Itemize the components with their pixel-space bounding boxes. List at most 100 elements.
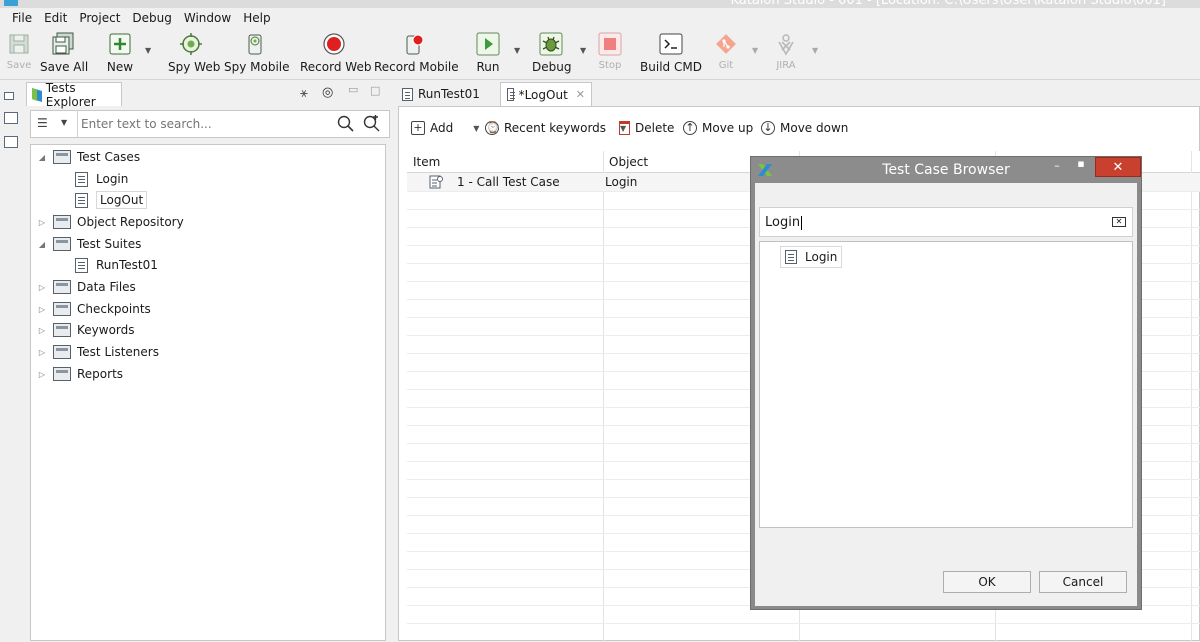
add-button[interactable]: + Add ▼	[411, 119, 479, 137]
ok-button[interactable]: OK	[943, 571, 1031, 593]
menu-project[interactable]: Project	[73, 11, 126, 25]
close-tab-icon[interactable]: ✕	[576, 88, 585, 101]
run-label: Run	[476, 60, 500, 74]
spy-web-button[interactable]: Spy Web	[168, 32, 220, 76]
new-button[interactable]: New	[104, 32, 136, 76]
collapsed-icon[interactable]: ▷	[37, 218, 47, 227]
stop-label: Stop	[598, 60, 622, 71]
save-all-button[interactable]: Save All	[40, 32, 88, 76]
build-cmd-button[interactable]: Build CMD	[640, 32, 702, 76]
collapsed-icon[interactable]: ▷	[37, 370, 47, 379]
debug-icon	[539, 32, 563, 56]
tree-item-object-repository[interactable]: ▷ Object Repository	[37, 212, 184, 232]
tree-item-label: LogOut	[96, 191, 148, 209]
search-icon[interactable]	[337, 115, 355, 133]
git-button[interactable]: Git	[712, 32, 740, 76]
arrow-up-icon: ↑	[683, 121, 697, 135]
tree-item-login[interactable]: Login	[71, 169, 128, 189]
new-dropdown-icon[interactable]: ▼	[145, 46, 151, 55]
add-dropdown-icon[interactable]: ▼	[473, 124, 479, 133]
filter-dropdown-icon[interactable]: ▼	[61, 118, 67, 127]
object-repository-view-icon[interactable]	[4, 112, 18, 124]
dialog-titlebar[interactable]: Test Case Browser – ▪ ✕	[751, 157, 1141, 183]
advanced-search-icon[interactable]	[363, 115, 381, 133]
git-label: Git	[718, 60, 734, 71]
record-mobile-icon	[402, 32, 426, 56]
record-web-icon	[322, 32, 346, 56]
collapsed-icon[interactable]: ▷	[37, 305, 47, 314]
folder-icon	[53, 345, 71, 359]
minimize-button[interactable]: –	[1047, 159, 1067, 177]
tree-item-logout[interactable]: LogOut	[71, 190, 148, 210]
tree-item-test-cases[interactable]: ◢ Test Cases	[37, 147, 140, 167]
minimize-view-icon[interactable]: ▭	[348, 83, 358, 96]
delete-button[interactable]: Delete	[619, 119, 674, 137]
collapse-all-icon[interactable]: ⚹	[300, 86, 308, 101]
debug-button[interactable]: Debug	[532, 32, 571, 76]
tab-logout[interactable]: *LogOut ✕	[500, 82, 592, 106]
tab-runtest01[interactable]: RunTest01	[396, 82, 496, 106]
tree-item-label: Login	[96, 172, 129, 186]
expanded-icon[interactable]: ◢	[37, 153, 47, 162]
tree-item-test-listeners[interactable]: ▷ Test Listeners	[37, 342, 159, 362]
folder-icon	[53, 215, 71, 229]
run-button[interactable]: Run	[474, 32, 502, 76]
restore-icon[interactable]	[4, 92, 14, 100]
tree-item-data-files[interactable]: ▷ Data Files	[37, 277, 136, 297]
stop-button[interactable]: Stop	[596, 32, 624, 76]
tree-item-test-suites[interactable]: ◢ Test Suites	[37, 234, 141, 254]
tree-item-keywords[interactable]: ▷ Keywords	[37, 320, 135, 340]
record-mobile-button[interactable]: Record Mobile	[374, 32, 459, 76]
tree-item-reports[interactable]: ▷ Reports	[37, 364, 123, 384]
menu-window[interactable]: Window	[178, 11, 237, 25]
debug-dropdown-icon[interactable]: ▼	[580, 46, 586, 55]
collapsed-icon[interactable]: ▷	[37, 348, 47, 357]
column-header-item[interactable]: Item	[413, 155, 440, 169]
menu-edit[interactable]: Edit	[38, 11, 73, 25]
close-button[interactable]: ✕	[1095, 157, 1141, 177]
spy-mobile-label: Spy Mobile	[224, 60, 290, 74]
record-web-button[interactable]: Record Web	[300, 32, 371, 76]
run-dropdown-icon[interactable]: ▼	[514, 46, 520, 55]
spy-mobile-icon	[243, 32, 267, 56]
column-header-object[interactable]: Object	[609, 155, 648, 169]
tree-item-label: Test Cases	[77, 150, 141, 164]
git-dropdown-icon[interactable]: ▼	[752, 46, 758, 55]
test-case-icon	[75, 171, 88, 187]
explorer-search-input[interactable]	[81, 114, 331, 134]
tree-item-runtest01[interactable]: RunTest01	[71, 255, 158, 275]
window-titlebar: Katalon Studio - 001 - [Location: C:\Use…	[0, 0, 1200, 8]
jira-button[interactable]: JIRA	[772, 32, 800, 76]
test-case-icon	[785, 250, 797, 264]
collapsed-icon[interactable]: ▷	[37, 283, 47, 292]
result-item-login[interactable]: Login	[780, 246, 843, 268]
folder-icon	[53, 302, 71, 316]
dialog-search-input[interactable]: Login ✕	[759, 207, 1133, 237]
save-button[interactable]: Save	[4, 32, 34, 76]
move-down-label: Move down	[780, 121, 849, 135]
table-view-icon[interactable]	[4, 136, 18, 148]
divider	[77, 111, 78, 137]
maximize-view-icon[interactable]: □	[370, 84, 380, 97]
clear-search-icon[interactable]: ✕	[1112, 217, 1126, 227]
tree-item-label: Reports	[77, 367, 124, 381]
menu-file[interactable]: File	[6, 11, 38, 25]
move-down-button[interactable]: ↓ Move down	[761, 119, 848, 137]
recent-keywords-button[interactable]: ⌚ Recent keywords ▼	[485, 119, 626, 137]
jira-dropdown-icon[interactable]: ▼	[812, 46, 818, 55]
add-label: Add	[430, 121, 454, 135]
link-with-editor-icon[interactable]: ◎	[322, 85, 333, 100]
maximize-button[interactable]: ▪	[1071, 157, 1091, 175]
add-icon: +	[411, 121, 425, 135]
filter-list-icon[interactable]: ☰	[37, 116, 48, 130]
expanded-icon[interactable]: ◢	[37, 240, 47, 249]
tree-item-checkpoints[interactable]: ▷ Checkpoints	[37, 299, 151, 319]
move-up-button[interactable]: ↑ Move up	[683, 119, 753, 137]
menu-debug[interactable]: Debug	[126, 11, 177, 25]
spy-mobile-button[interactable]: Spy Mobile	[224, 32, 290, 76]
cancel-button[interactable]: Cancel	[1039, 571, 1127, 593]
collapsed-icon[interactable]: ▷	[37, 326, 47, 335]
folder-icon	[53, 280, 71, 294]
menu-help[interactable]: Help	[237, 11, 276, 25]
tab-tests-explorer[interactable]: Tests Explorer	[26, 81, 122, 109]
